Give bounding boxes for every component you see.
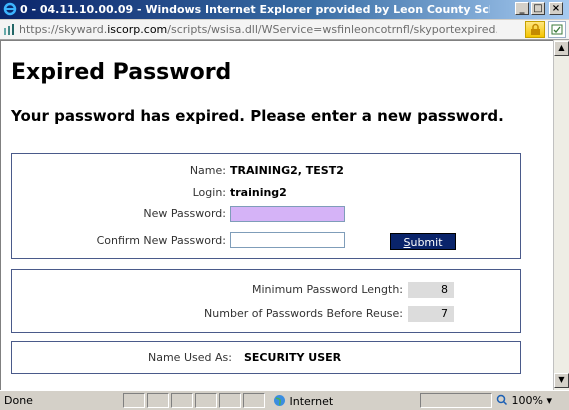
status-panel xyxy=(171,393,193,408)
name-label: Name: xyxy=(189,164,226,177)
scroll-up-arrow-icon[interactable]: ▲ xyxy=(554,41,569,56)
login-value: training2 xyxy=(230,186,287,199)
confirm-password-input[interactable] xyxy=(230,232,345,248)
status-panel xyxy=(123,393,145,408)
name-used-panel: Name Used As: SECURITY USER xyxy=(11,341,521,374)
browser-window: 0 - 04.11.10.00.09 - Windows Internet Ex… xyxy=(0,0,569,410)
internet-explorer-icon xyxy=(3,2,17,16)
vertical-scrollbar[interactable]: ▲ ▼ xyxy=(553,40,569,390)
page-content: Expired Password Your password has expir… xyxy=(0,40,553,390)
name-value: TRAINING2, TEST2 xyxy=(230,164,344,177)
address-bar[interactable]: https://skyward.iscorp.com/scripts/wsisa… xyxy=(0,20,569,40)
confirm-password-label: Confirm New Password: xyxy=(96,234,226,247)
submit-button[interactable]: Submit xyxy=(390,233,456,250)
zoom-level: 100% xyxy=(511,394,543,407)
security-zone[interactable]: Internet xyxy=(273,394,333,408)
password-policy-panel: Minimum Password Length: 8 Number of Pas… xyxy=(11,269,521,333)
password-form-panel: Name: TRAINING2, TEST2 Login: training2 … xyxy=(11,153,521,259)
status-panel xyxy=(147,393,169,408)
protected-mode-panel[interactable] xyxy=(420,393,492,408)
new-password-input[interactable] xyxy=(230,206,345,222)
expired-message: Your password has expired. Please enter … xyxy=(11,107,504,125)
status-panel xyxy=(243,393,265,408)
min-length-value: 8 xyxy=(408,282,454,298)
login-label: Login: xyxy=(192,186,226,199)
zone-label: Internet xyxy=(289,395,334,408)
name-used-value: SECURITY USER xyxy=(244,351,342,364)
reuse-value: 7 xyxy=(408,306,454,322)
compatibility-view-icon[interactable] xyxy=(548,21,566,38)
title-bar: 0 - 04.11.10.00.09 - Windows Internet Ex… xyxy=(0,0,569,19)
address-url[interactable]: https://skyward.iscorp.com/scripts/wsisa… xyxy=(19,23,497,36)
close-button[interactable]: × xyxy=(549,2,563,15)
status-panel xyxy=(195,393,217,408)
status-panel xyxy=(219,393,241,408)
zoom-icon xyxy=(496,394,508,406)
new-password-label: New Password: xyxy=(143,207,226,220)
status-bar: Done Internet 100% ▾ xyxy=(0,390,569,410)
min-length-label: Minimum Password Length: xyxy=(252,283,403,296)
security-lock-icon[interactable] xyxy=(525,21,545,38)
page-title: Expired Password xyxy=(11,60,232,85)
reuse-label: Number of Passwords Before Reuse: xyxy=(204,307,403,320)
status-text: Done xyxy=(4,394,33,407)
name-used-label: Name Used As: xyxy=(148,351,232,364)
globe-icon xyxy=(274,395,285,406)
minimize-button[interactable]: _ xyxy=(515,2,529,15)
scroll-down-arrow-icon[interactable]: ▼ xyxy=(554,373,569,388)
site-icon xyxy=(3,23,17,36)
maximize-button[interactable]: □ xyxy=(531,2,545,15)
zoom-control[interactable]: 100% ▾ xyxy=(496,394,552,407)
window-title: 0 - 04.11.10.00.09 - Windows Internet Ex… xyxy=(20,3,490,16)
